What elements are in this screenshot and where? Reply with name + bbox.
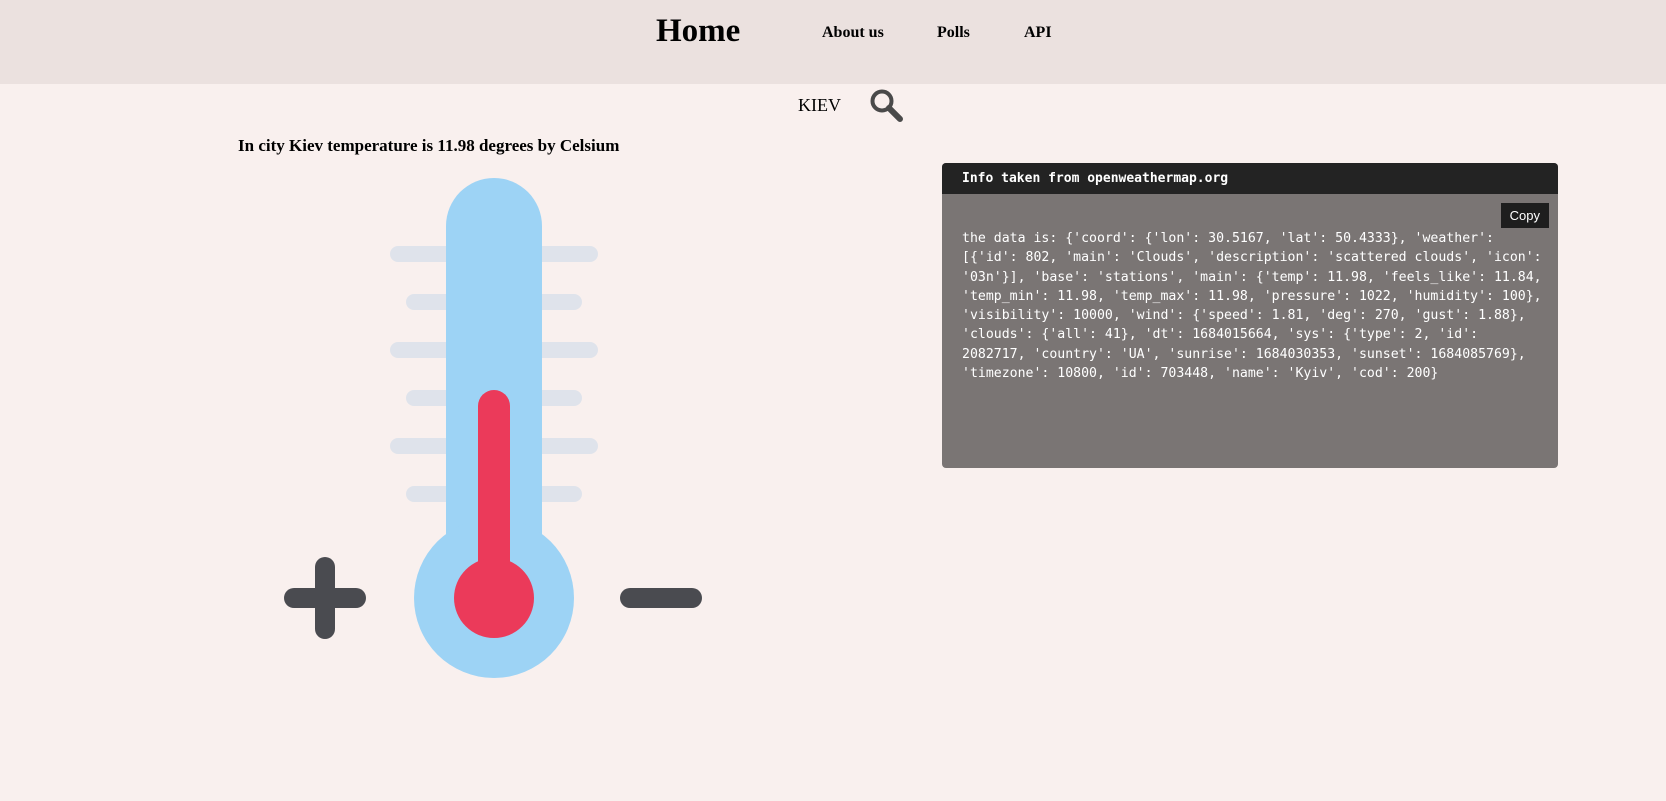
search-icon bbox=[870, 89, 903, 122]
search-button[interactable] bbox=[868, 88, 904, 124]
thermometer-icon bbox=[284, 178, 702, 678]
info-code-header: Info taken from openweathermap.org bbox=[942, 163, 1558, 194]
plus-sign bbox=[284, 557, 366, 639]
top-navbar: Home About us Polls API bbox=[0, 0, 1666, 84]
copy-button[interactable]: Copy bbox=[1500, 203, 1549, 228]
minus-sign bbox=[620, 588, 702, 608]
weather-data-text: the data is: {'coord': {'lon': 30.5167, … bbox=[962, 231, 1550, 382]
city-input[interactable] bbox=[798, 95, 858, 116]
nav-about-link[interactable]: About us bbox=[822, 24, 884, 42]
nav-api-link[interactable]: API bbox=[1024, 24, 1052, 42]
info-code-block: Info taken from openweathermap.org Copy … bbox=[942, 163, 1558, 468]
nav-polls-link[interactable]: Polls bbox=[937, 24, 970, 42]
nav-home-link[interactable]: Home bbox=[656, 13, 740, 50]
temperature-heading: In city Kiev temperature is 11.98 degree… bbox=[238, 136, 620, 155]
